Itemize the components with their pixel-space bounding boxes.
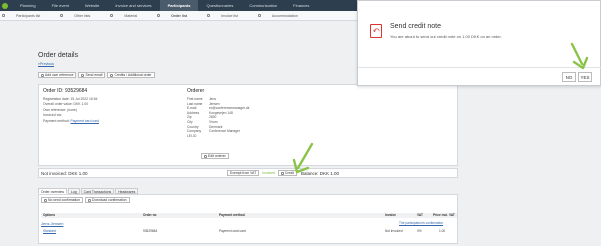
list-icon [2,14,5,17]
subnav-label: Participants list [16,13,41,18]
credits-label: Credits / Additional order [114,72,152,77]
topnav-item-questionnaires[interactable]: Questionnaires [198,0,241,11]
order-id: Order ID: 93529684 [43,88,88,94]
yes-button[interactable]: YES [578,72,592,82]
no-button[interactable]: NO [562,72,576,82]
topnav-item-finances[interactable]: Finances [285,0,317,11]
table-row: Standard 93529684 Payment card card Not … [41,229,457,234]
download-confirmation-button[interactable]: Download confirmation [85,197,130,203]
row-invoice: Not invoiced [385,229,403,233]
green-arrow-icon [292,142,314,174]
col-payment: Payment method [219,213,245,217]
topnav-item-file-event[interactable]: File event [44,0,77,11]
field-label: LEI-ID [187,133,197,138]
download-label: Download confirmation [92,197,127,202]
document-icon [110,73,114,77]
order-toolbar: Add own reference Send email Credits / A… [38,72,155,78]
col-order-no: Order no [143,213,157,217]
dialog-message: You are about to send out credit note on… [390,34,502,39]
topnav-item-invoice-and-services[interactable]: Invoice and services [107,0,159,11]
topnav-item-website[interactable]: Website [77,0,107,11]
no-send-label: No send confirmation [48,197,81,202]
subnav-item-invoice-list[interactable]: Invoice list [207,14,248,18]
add-reference-label: Add own reference [45,72,74,77]
row-vat: 0% [417,229,422,233]
exempt-vat-label: Exempt from VAT [230,170,257,175]
dialog-divider [358,67,601,68]
page-title: Order details [38,52,79,59]
orderer-heading: Orderer [187,88,205,94]
send-credit-note-dialog: ⤺ Send credit note You are about to send… [357,0,601,86]
row-order-no: 93529684 [143,229,158,233]
confirmation-buttons: No send confirmation Download confirmati… [41,197,130,203]
table-header: Options Order no Payment method Invoice … [41,213,457,218]
mail-icon [44,198,47,202]
previous-link[interactable]: «Previous [38,62,54,66]
exempt-vat-button[interactable]: Exempt from VAT [227,170,260,176]
option-link[interactable]: Standard [43,229,56,233]
subnav-label: Material [124,13,138,18]
subnav-item-accommodation[interactable]: Accommodation [257,13,308,18]
order-info: Registration date: 15 Jul 2022 16:54 Ove… [43,97,99,124]
subnav-item-order-list[interactable]: Order list [157,14,197,18]
document-icon [280,171,284,175]
subnav-item-material[interactable]: Material [110,14,147,18]
logo-icon[interactable] [2,2,8,9]
payment-method-link[interactable]: Payment card card [71,119,99,123]
pencil-icon [204,154,207,158]
send-email-button[interactable]: Send email [78,72,106,78]
subnav-item-participants-list[interactable]: Participants list [2,14,50,18]
add-reference-button[interactable]: Add own reference [38,72,77,78]
list-icon [157,14,161,17]
mail-icon [81,73,85,77]
subnav-label: Accommodation [271,13,298,18]
top-nav-items: Planning File event Website Invoice and ser… [12,0,317,11]
field-value [209,134,269,139]
subnav-label: Invoice list [221,13,238,18]
invoiced-status: Invoiced [262,171,275,175]
no-send-confirmation-button[interactable]: No send confirmation [41,197,84,203]
edit-orderer-label: Edit orderer [208,153,226,158]
download-icon [88,198,92,202]
plus-icon [41,73,44,77]
col-vat: VAT [417,213,423,217]
orderer-fields: First name Jens Last name Jensen E-mail ex@co… [187,97,269,138]
col-invoice: Invoice [385,213,396,217]
balance-row: Not invoiced: DKK 1.00 Exempt from VAT I… [38,168,458,178]
list-icon [110,14,114,17]
confirmation-link[interactable]: The participation's confirmation [399,221,443,225]
payment-method-label: Payment method: [43,118,70,123]
pdf-document-icon: ⤺ [370,24,382,38]
list-icon [207,14,211,17]
topnav-item-planning[interactable]: Planning [12,0,44,11]
not-invoiced-text: Not invoiced: DKK 1.00 [41,170,88,176]
col-price: Price incl. VAT [433,213,455,217]
list-icon [60,14,64,17]
payment-method-row: Payment method: Payment card card [43,119,99,124]
topnav-item-participants[interactable]: Participants [159,0,199,11]
subnav-label: Order list [171,13,188,18]
col-options: Options [43,213,56,217]
row-price: 1.00 [439,229,446,233]
participant-link[interactable]: Jens Jensen [41,221,63,226]
send-email-label: Send email [85,72,103,77]
list-icon [257,14,261,17]
subnav-label: Other lists [74,13,91,18]
order-card: Order ID: 93529684 Registration date: 15… [38,84,458,166]
row-payment: Payment card card [219,229,246,233]
dialog-title: Send credit note [390,23,441,30]
subnav-item-other-lists[interactable]: Other lists [60,14,100,18]
credits-button[interactable]: Credits / Additional order [107,72,155,78]
topnav-item-communication[interactable]: Communication [241,0,285,11]
green-arrow-icon [570,42,589,70]
order-overview-panel: No send confirmation Download confirmati… [38,194,458,244]
edit-orderer-button[interactable]: Edit orderer [201,153,229,159]
